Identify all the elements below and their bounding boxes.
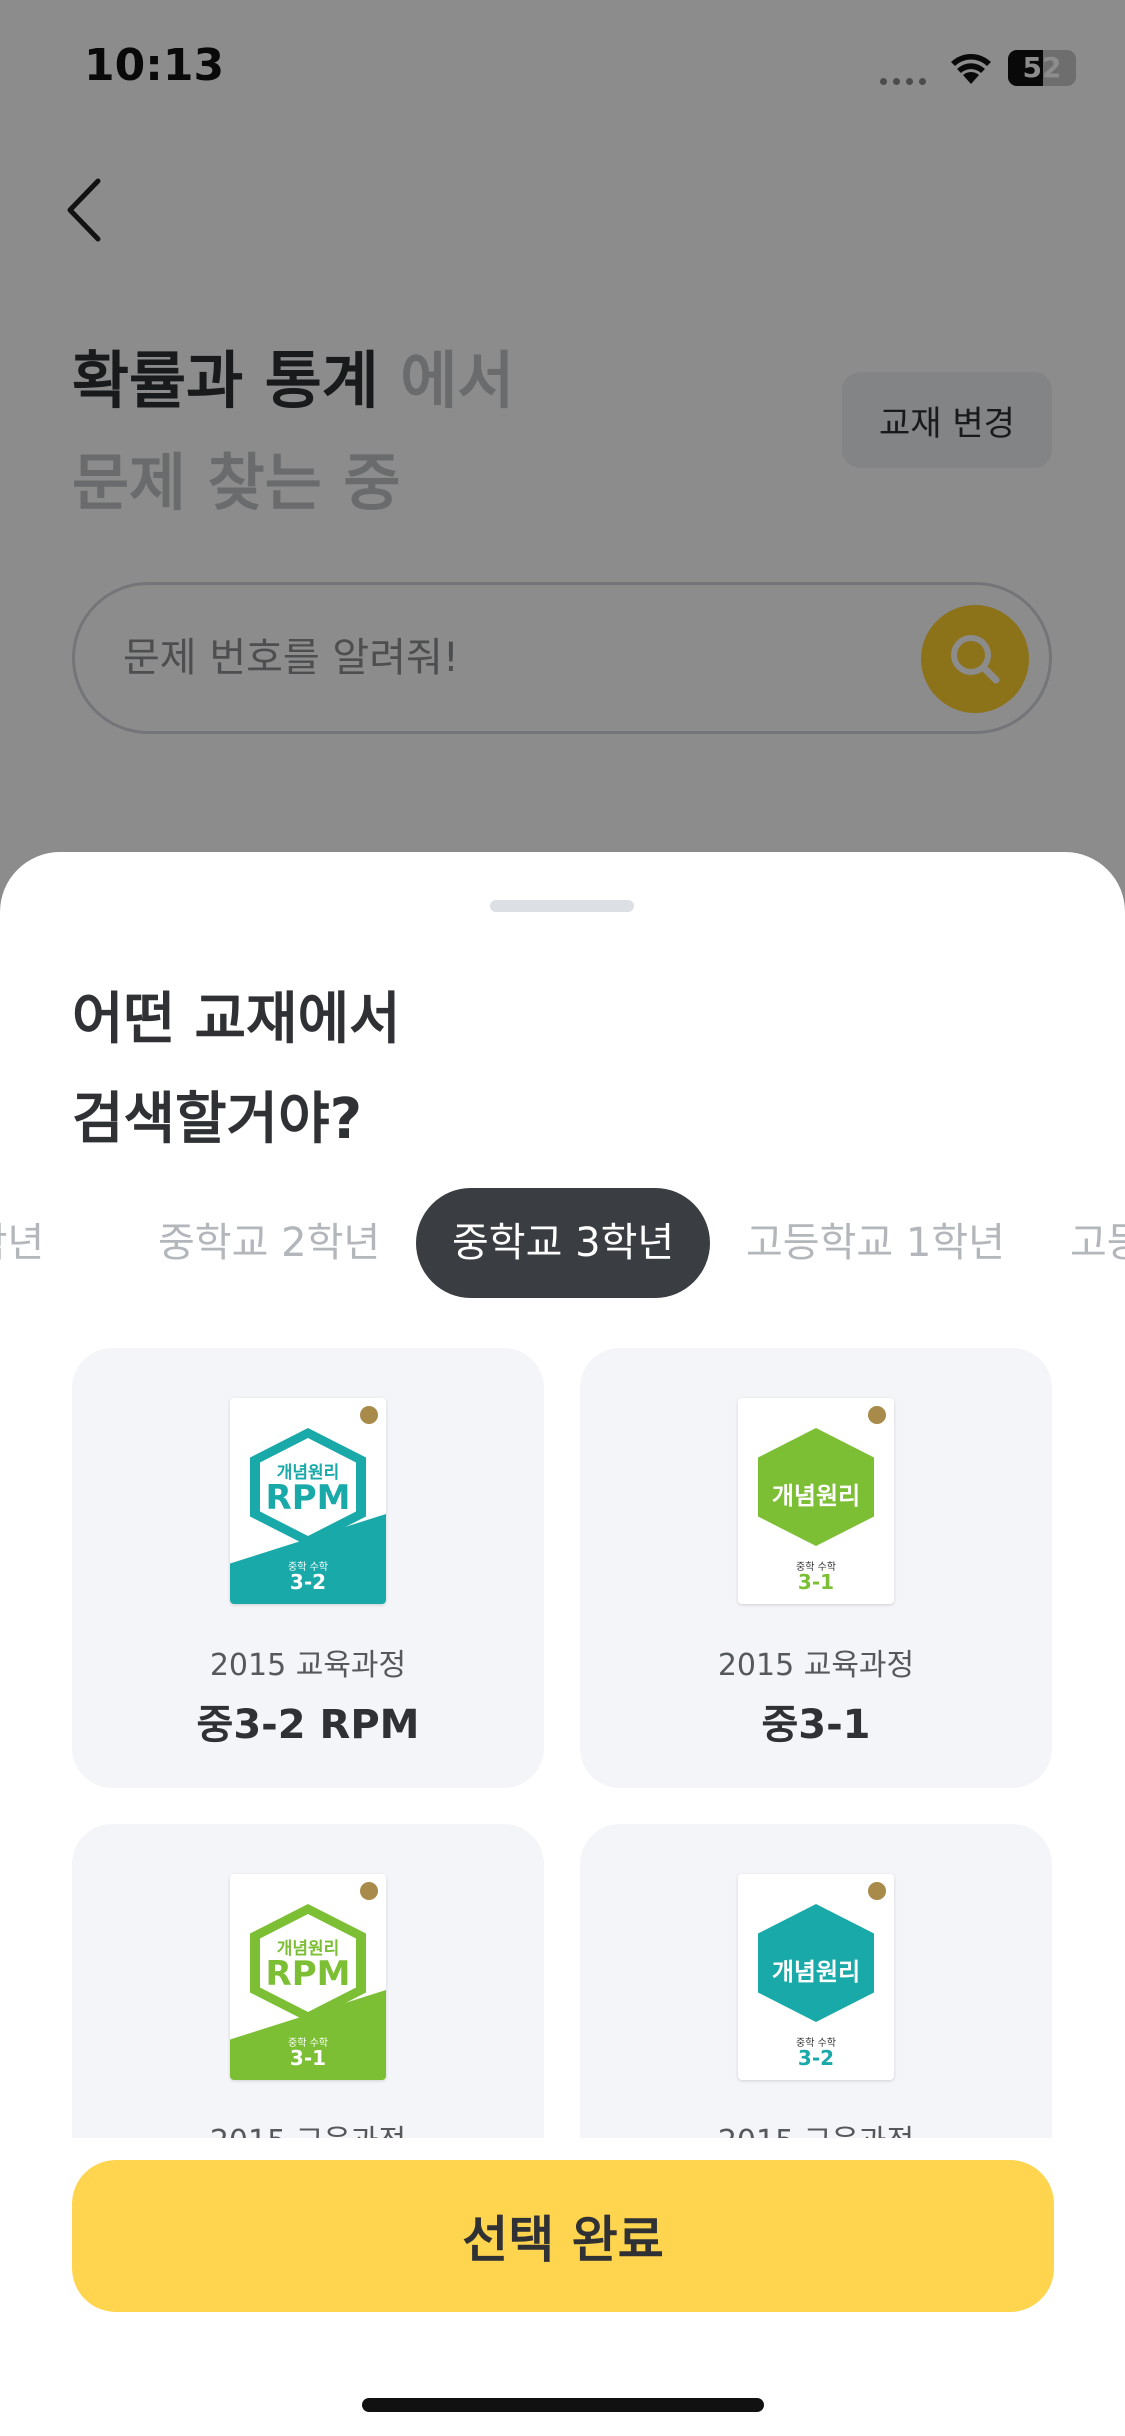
sheet-drag-handle[interactable] <box>490 900 634 912</box>
book-grid: 개념원리 RPM 중학 수학 3-2 2015 교육과정 중3-2 RPM 개념… <box>72 1348 1054 2138</box>
book-card[interactable]: 개념원리 중학 수학 3-2 2015 교육과정 <box>580 1824 1052 2138</box>
sheet-title-line1: 어떤 교재에서 <box>72 987 401 1052</box>
book-cover-image: 개념원리 중학 수학 3-2 <box>738 1874 894 2080</box>
tab-high-1[interactable]: 고등학교 1학년 <box>746 1188 1005 1298</box>
home-indicator[interactable] <box>362 2398 764 2412</box>
tab-middle-1[interactable]: 중학교 1학년 <box>0 1188 44 1298</box>
book-curriculum: 2015 교육과정 <box>717 1648 915 1683</box>
book-curriculum: 2015 교육과정 <box>72 2116 544 2138</box>
confirm-selection-button[interactable]: 선택 완료 <box>72 2160 1054 2312</box>
book-select-sheet: 어떤 교재에서 검색할거야? 중학교 1학년 중학교 2학년 중학교 3학년 고… <box>0 852 1125 2436</box>
book-card[interactable]: 개념원리 RPM 중학 수학 3-2 2015 교육과정 중3-2 RPM <box>72 1348 544 1788</box>
book-cover-image: 개념원리 RPM 중학 수학 3-1 <box>230 1874 386 2080</box>
tab-middle-2[interactable]: 중학교 2학년 <box>158 1188 380 1298</box>
book-curriculum: 2015 교육과정 <box>209 1648 407 1683</box>
book-name: 중3-1 <box>761 1702 871 1748</box>
sheet-title: 어떤 교재에서 검색할거야? <box>72 970 401 1170</box>
tab-middle-3[interactable]: 중학교 3학년 <box>416 1188 711 1298</box>
grade-tabs: 중학교 1학년 중학교 2학년 중학교 3학년 고등학교 1학년 고등 <box>0 1188 1125 1298</box>
tab-high-2[interactable]: 고등 <box>1070 1188 1125 1298</box>
book-cover-image: 개념원리 중학 수학 3-1 <box>738 1398 894 1604</box>
book-name: 중3-2 RPM <box>196 1702 420 1748</box>
book-card[interactable]: 개념원리 중학 수학 3-1 2015 교육과정 중3-1 <box>580 1348 1052 1788</box>
book-card[interactable]: 개념원리 RPM 중학 수학 3-1 2015 교육과정 <box>72 1824 544 2138</box>
book-curriculum: 2015 교육과정 <box>580 2116 1052 2138</box>
book-cover-image: 개념원리 RPM 중학 수학 3-2 <box>230 1398 386 1604</box>
sheet-title-line2: 검색할거야? <box>72 1087 363 1152</box>
